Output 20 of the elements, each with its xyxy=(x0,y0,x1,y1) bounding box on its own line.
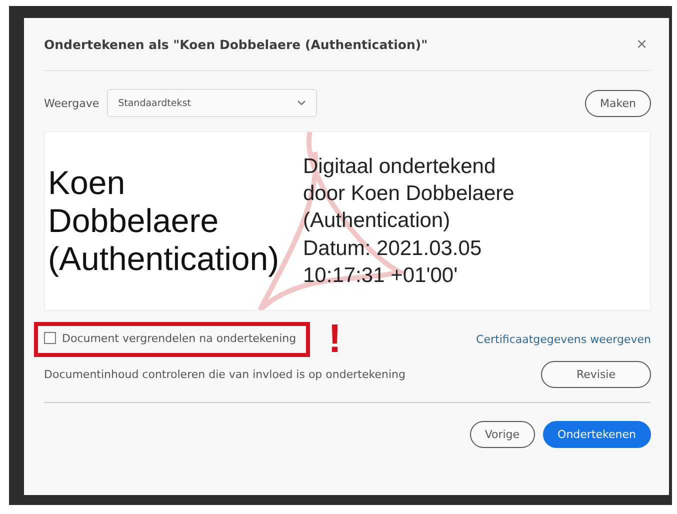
signature-detail: 10:17:31 +01'00' xyxy=(303,262,459,289)
chevron-icon xyxy=(297,100,306,106)
signature-detail: door Koen Dobbelaere xyxy=(303,181,514,208)
signature-detail: Datum: 2021.03.05 xyxy=(303,236,483,262)
sign-button[interactable]: Ondertekenen xyxy=(542,421,651,448)
certificate-link[interactable]: Certificaatgegevens weergeven xyxy=(476,332,651,346)
appearance-label: Weergave xyxy=(44,96,100,110)
appearance-dropdown[interactable]: Standaardtekst xyxy=(107,89,318,117)
annotation-mark: ! xyxy=(328,319,342,359)
close-button[interactable]: × xyxy=(632,34,651,54)
review-button[interactable]: Revisie xyxy=(541,361,651,388)
lock-checkbox[interactable] xyxy=(44,332,56,344)
signature-detail: (Authentication) xyxy=(303,208,452,234)
review-label: Documentinhoud controleren die van invloed is op ondertekening xyxy=(44,368,406,381)
lock-label: Document vergrendelen na ondertekening xyxy=(62,332,296,344)
previous-button[interactable]: Vorige xyxy=(470,421,535,448)
create-button[interactable]: Maken xyxy=(585,90,651,116)
signature-detail: Digitaal ondertekend xyxy=(303,154,497,180)
signer-name: Koen Dobbelaere (Authentication) xyxy=(48,164,280,278)
dialog-title: Ondertekenen als "Koen Dobbelaere (Authentication)" xyxy=(44,36,428,52)
